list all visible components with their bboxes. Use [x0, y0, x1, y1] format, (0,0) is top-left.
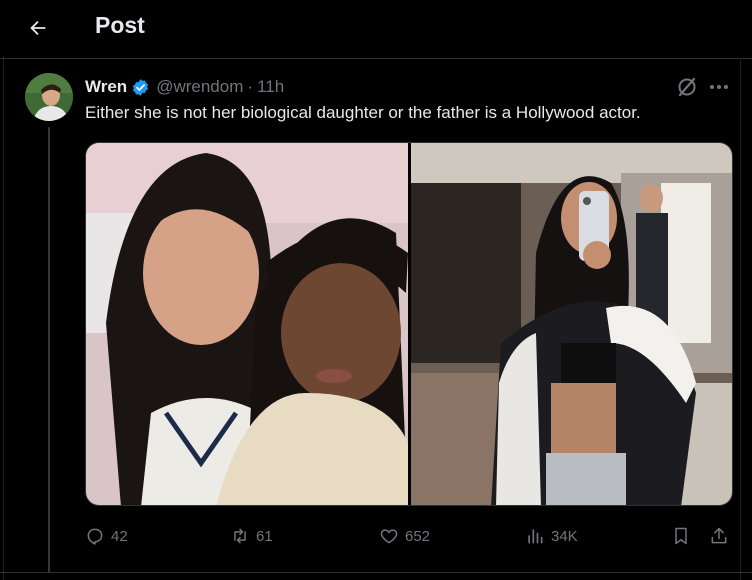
photo-right[interactable] — [411, 143, 732, 505]
author-handle[interactable]: @wrendom — [156, 77, 243, 97]
share-icon — [711, 527, 727, 544]
reply-button[interactable]: 42 — [85, 524, 128, 548]
repost-icon — [234, 528, 246, 544]
verified-badge-icon — [131, 78, 150, 97]
photo-left[interactable] — [86, 143, 408, 505]
grok-icon[interactable] — [675, 75, 699, 99]
like-button[interactable]: 652 — [379, 524, 430, 548]
separator-dot: · — [247, 77, 254, 96]
author-name[interactable]: Wren — [85, 77, 127, 97]
tweet-text: Either she is not her biological daughte… — [85, 103, 641, 122]
thread-line — [48, 127, 50, 572]
avatar[interactable] — [25, 73, 73, 121]
views-icon — [528, 529, 543, 544]
bookmark-icon — [675, 527, 687, 545]
views-button[interactable]: 34K — [525, 524, 578, 548]
bookmark-button[interactable] — [671, 524, 691, 548]
back-button[interactable] — [22, 12, 54, 44]
reply-count: 42 — [111, 527, 128, 545]
top-header: Post — [0, 0, 752, 56]
repost-button[interactable]: 61 — [230, 524, 273, 548]
tweet-media[interactable] — [85, 142, 733, 506]
tweet-actions: 42 61 652 34K — [85, 520, 735, 552]
share-button[interactable] — [709, 524, 729, 548]
back-arrow-icon — [30, 20, 46, 36]
like-icon — [380, 529, 398, 544]
like-count: 652 — [405, 527, 431, 545]
header-divider — [0, 58, 752, 59]
repost-count: 61 — [256, 527, 273, 545]
views-count: 34K — [551, 527, 578, 545]
left-column-border — [3, 0, 4, 580]
more-icon[interactable] — [707, 75, 731, 99]
right-column-border — [740, 60, 741, 580]
next-post-divider — [0, 572, 752, 573]
post-time[interactable]: 11h — [257, 77, 284, 97]
page-title: Post — [95, 12, 145, 38]
reply-icon — [87, 528, 103, 545]
tweet-author-row: Wren @wrendom · 11h — [85, 76, 284, 98]
